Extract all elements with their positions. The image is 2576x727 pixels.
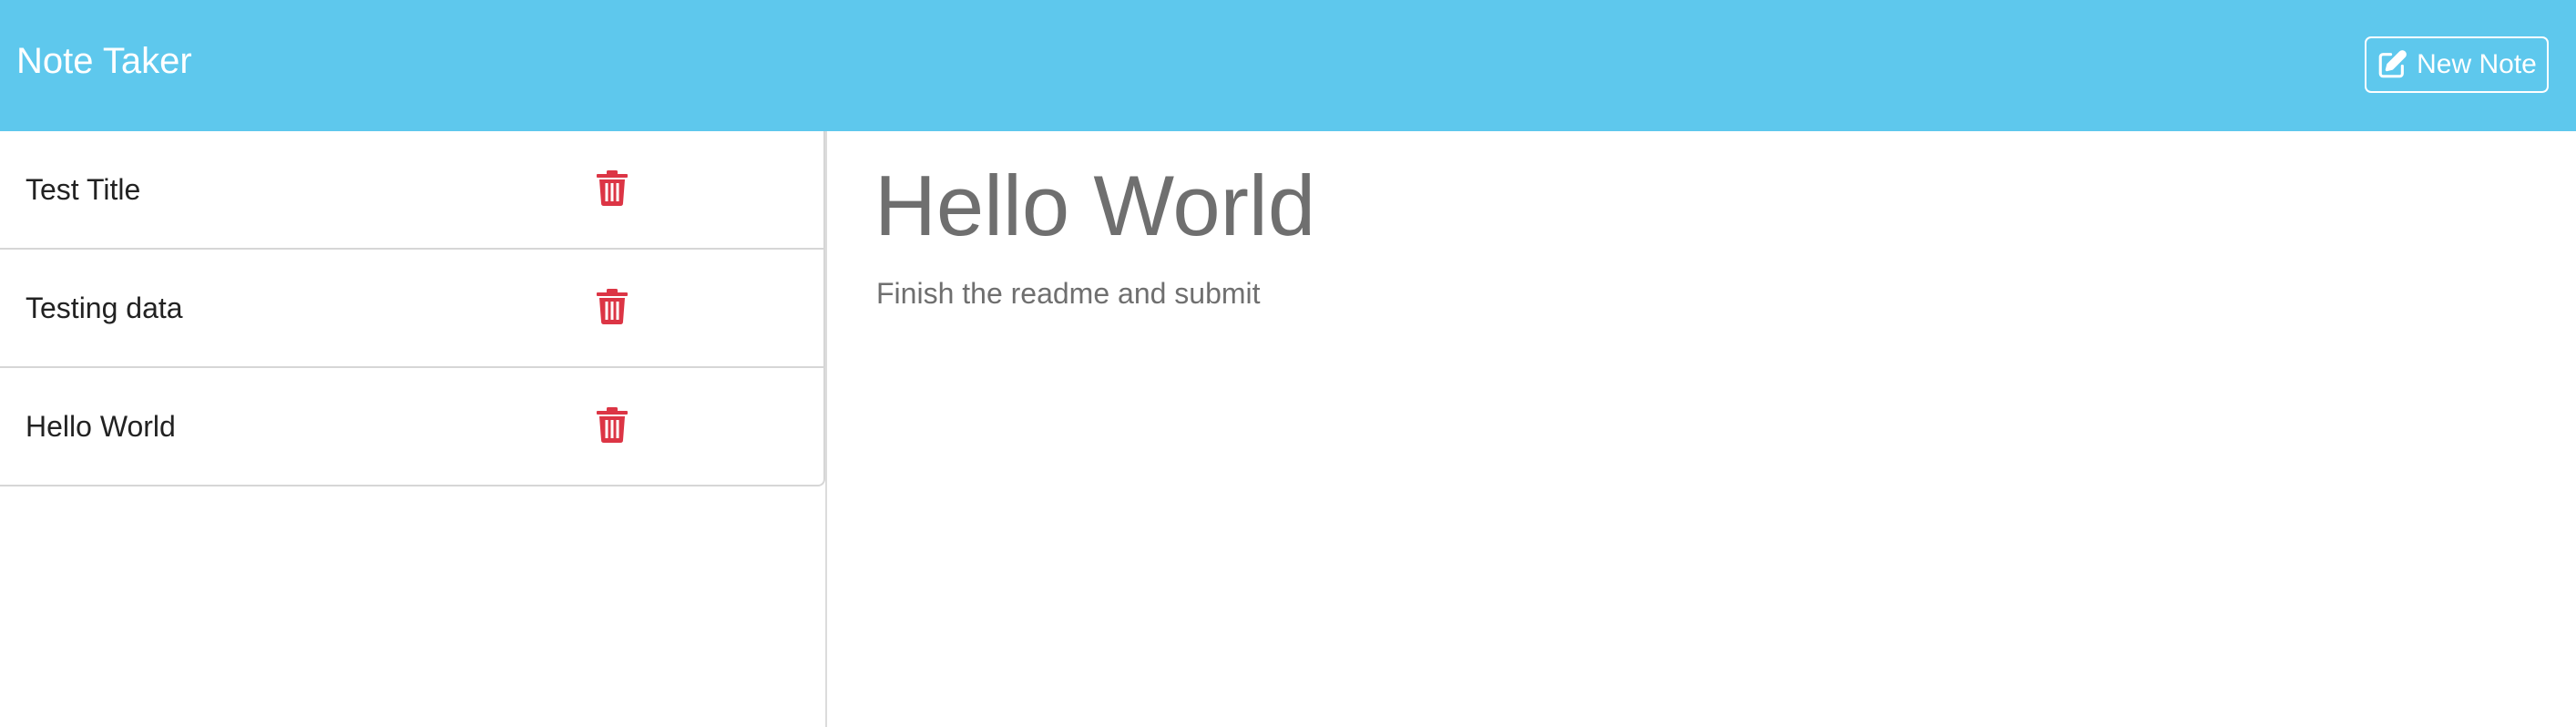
new-note-button[interactable]: New Note [2365, 36, 2549, 93]
notes-sidebar: Test Title Testing data Hello World [0, 131, 827, 727]
note-list-title: Hello World [26, 410, 176, 443]
list-item[interactable]: Testing data [0, 250, 823, 368]
note-text-field[interactable]: Finish the readme and submit [876, 275, 1261, 312]
brand-title[interactable]: Note Taker [16, 38, 192, 84]
new-note-label: New Note [2417, 49, 2537, 79]
list-item[interactable]: Test Title [0, 131, 823, 250]
note-title-field[interactable]: Hello World [874, 155, 1315, 257]
trash-icon[interactable] [597, 169, 628, 206]
note-list: Test Title Testing data Hello World [0, 131, 825, 486]
edit-icon [2377, 49, 2407, 80]
note-list-title: Testing data [26, 292, 183, 324]
trash-icon[interactable] [597, 406, 628, 443]
list-item[interactable]: Hello World [0, 368, 823, 485]
trash-icon[interactable] [597, 288, 628, 324]
note-editor: Hello World Finish the readme and submit [829, 131, 2576, 727]
note-list-title: Test Title [26, 173, 141, 206]
navbar: Note Taker New Note [0, 0, 2576, 131]
